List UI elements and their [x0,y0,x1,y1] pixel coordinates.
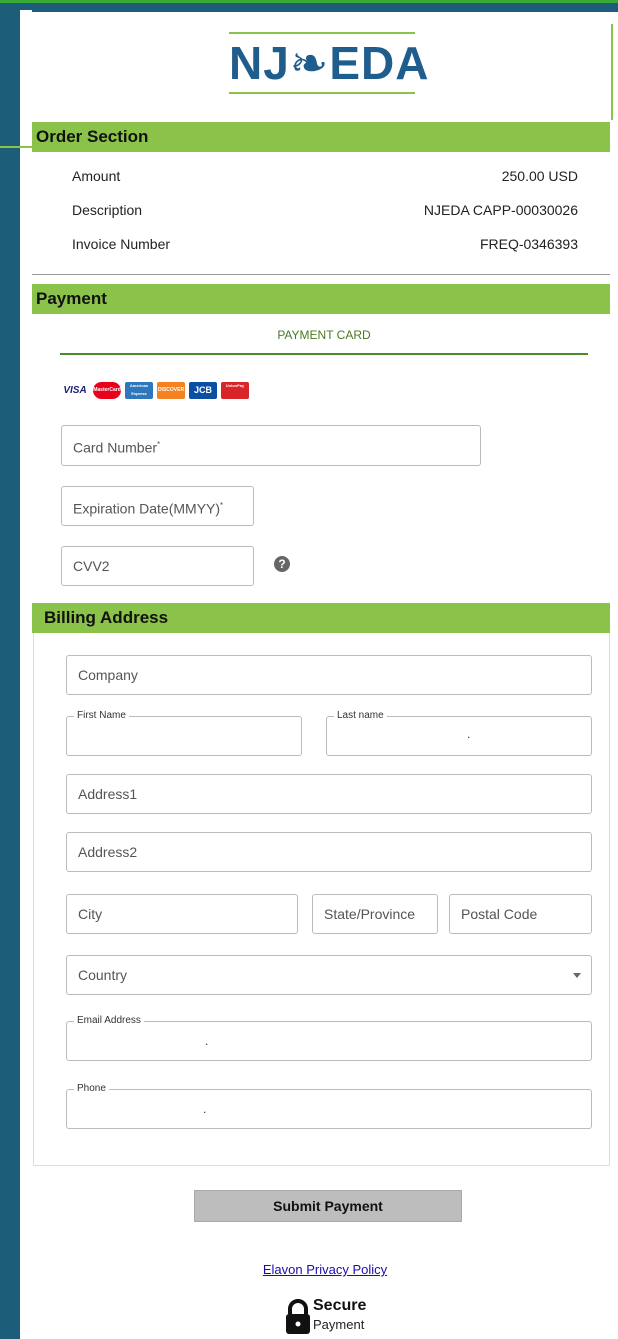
order-label: Amount [72,168,121,184]
decorative-line [0,146,33,148]
postal-code-input[interactable]: Postal Code [449,894,592,934]
first-name-field[interactable]: First Name [66,710,302,756]
privacy-policy-link[interactable]: Elavon Privacy Policy [32,1262,618,1277]
tab-payment-card[interactable]: PAYMENT CARD [60,328,588,342]
chevron-down-icon [573,973,581,978]
decorative-line [611,24,613,120]
secure-title: Secure [313,1297,367,1314]
last-name-field[interactable]: Last name . [326,710,592,756]
unionpay-icon: UnionPay [221,382,249,399]
state-province-input[interactable]: State/Province [312,894,438,934]
tab-underline [60,353,588,355]
country-select[interactable]: Country [66,955,592,995]
amex-icon: American Express [125,382,153,399]
address1-placeholder: Address1 [78,786,138,802]
order-label: Invoice Number [72,236,171,252]
company-input[interactable]: Company [66,655,592,695]
country-placeholder: Country [78,967,128,983]
masked-value: . [205,1034,209,1048]
billing-section-header: Billing Address [32,603,610,633]
visa-icon: VISA [63,385,87,396]
order-section-header: Order Section [32,122,610,152]
address2-placeholder: Address2 [78,844,138,860]
expiration-date-input[interactable]: Expiration Date(MMYY)* [61,486,254,526]
address1-input[interactable]: Address1 [66,774,592,814]
logo-bottom-rule [229,92,415,94]
order-value: FREQ-0346393 [479,236,578,252]
jcb-icon: JCB [189,382,217,399]
last-name-label: Last name [334,710,387,722]
payment-page: NJ❧EDA Order Section Amount 250.00 USD D… [32,12,618,1339]
first-name-label: First Name [74,710,129,722]
cvv-input[interactable]: CVV2 [61,546,254,586]
help-icon[interactable]: ? [274,556,290,572]
company-placeholder: Company [78,667,138,683]
lock-icon [286,1299,310,1334]
email-field[interactable]: Email Address . [66,1015,592,1061]
postal-placeholder: Postal Code [461,906,538,922]
submit-payment-button[interactable]: Submit Payment [194,1190,462,1222]
njeda-logo: NJ❧EDA [229,32,430,94]
required-mark: * [220,501,224,510]
phone-field[interactable]: Phone . [66,1083,592,1129]
logo-top-rule [229,32,415,34]
billing-panel [33,613,610,1166]
payment-section-header: Payment [32,284,610,314]
card-number-input[interactable]: Card Number* [61,425,481,466]
discover-icon: DISCOVER [157,382,185,399]
secure-subtitle: Payment [313,1317,365,1332]
city-input[interactable]: City [66,894,298,934]
email-label: Email Address [74,1015,144,1027]
card-number-placeholder: Card Number [73,439,158,456]
order-value: 250.00 USD [501,168,578,184]
city-placeholder: City [78,906,103,922]
order-label: Description [72,202,143,218]
logo-text: NJ❧EDA [229,37,430,89]
state-placeholder: State/Province [324,906,416,922]
phone-label: Phone [74,1083,109,1095]
mastercard-icon: MasterCard [93,382,121,399]
expiration-placeholder: Expiration Date(MMYY) [73,500,221,517]
order-value: NJEDA CAPP-00030026 [423,202,578,218]
required-mark: * [157,440,161,449]
masked-value: . [467,727,471,741]
window-frame-inner [20,10,32,1339]
window-frame-accent [0,0,618,3]
masked-value: . [203,1102,207,1116]
address2-input[interactable]: Address2 [66,832,592,872]
section-divider [32,274,610,275]
cvv-placeholder: CVV2 [73,558,110,574]
